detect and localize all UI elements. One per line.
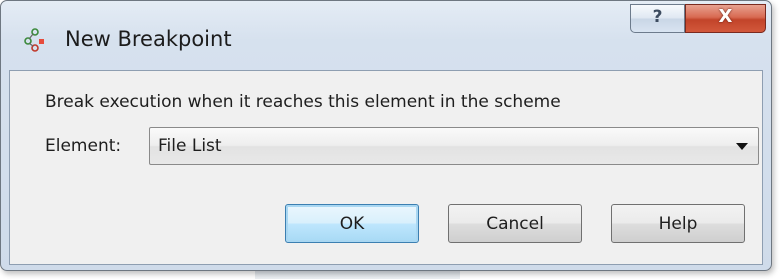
close-icon: X xyxy=(718,6,733,27)
title-help-button[interactable]: ? xyxy=(630,4,685,33)
question-mark-icon: ? xyxy=(652,7,663,27)
dialog-body: Break execution when it reaches this ele… xyxy=(9,70,763,265)
title-bar[interactable]: New Breakpoint ? X xyxy=(1,1,771,63)
title-close-button[interactable]: X xyxy=(685,4,766,33)
ok-button[interactable]: OK xyxy=(285,204,419,243)
element-dropdown-value: File List xyxy=(158,136,222,156)
cancel-button-label: Cancel xyxy=(486,214,544,234)
help-button-label: Help xyxy=(658,214,698,234)
ok-button-label: OK xyxy=(339,214,365,234)
window-title: New Breakpoint xyxy=(65,27,232,51)
help-button[interactable]: Help xyxy=(611,204,745,243)
chevron-down-icon[interactable] xyxy=(736,143,748,150)
cancel-button[interactable]: Cancel xyxy=(448,204,582,243)
instruction-text: Break execution when it reaches this ele… xyxy=(45,92,561,112)
element-label: Element: xyxy=(45,136,122,156)
element-dropdown[interactable]: File List xyxy=(149,127,759,165)
breakpoint-scheme-icon xyxy=(23,28,47,52)
new-breakpoint-dialog: New Breakpoint ? X Break execution when … xyxy=(0,0,772,271)
